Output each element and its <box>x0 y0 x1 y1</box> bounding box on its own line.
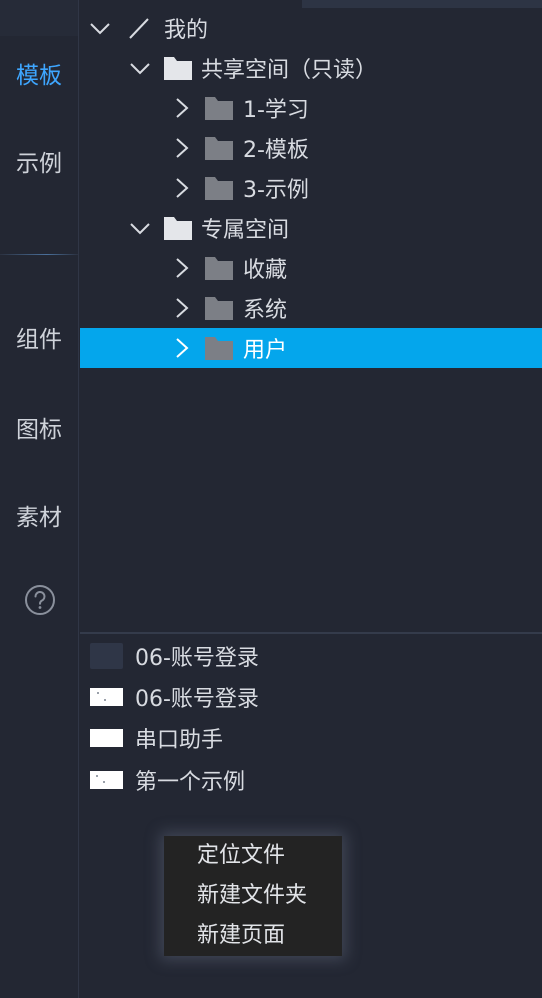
file-item[interactable]: 06-账号登录 <box>80 677 542 717</box>
folder-open-icon <box>164 217 192 240</box>
rail-item-materials[interactable]: 素材 <box>0 503 78 533</box>
tree-node-root[interactable]: 我的 <box>80 8 542 48</box>
tree-node-label: 用户 <box>243 338 288 363</box>
file-name: 06-账号登录 <box>135 646 259 671</box>
folder-tree: 我的 共享空间（只读） 1-学习 2-模板 3-示例 专属空间 收藏 系统 用户 <box>80 8 542 632</box>
file-thumbnail <box>90 729 123 747</box>
chevron-right-icon[interactable] <box>171 97 193 119</box>
chevron-down-icon[interactable] <box>89 17 111 39</box>
chevron-right-icon[interactable] <box>171 337 193 359</box>
folder-icon <box>205 257 233 280</box>
rail-top-strip <box>0 0 78 36</box>
tree-node-label: 1-学习 <box>243 98 309 123</box>
tree-node-label: 共享空间（只读） <box>201 58 378 83</box>
chevron-down-icon[interactable] <box>129 217 151 239</box>
tree-node-label: 系统 <box>243 298 288 323</box>
tree-node-label: 收藏 <box>243 258 288 283</box>
file-thumbnail <box>90 643 123 669</box>
tree-node-favorites[interactable]: 收藏 <box>80 248 542 288</box>
chevron-right-icon[interactable] <box>171 177 193 199</box>
file-item[interactable]: 第一个示例 <box>80 760 542 800</box>
chevron-right-icon[interactable] <box>171 137 193 159</box>
menu-item-locate-file[interactable]: 定位文件 <box>164 836 342 876</box>
tree-node-exclusive-space[interactable]: 专属空间 <box>80 208 542 248</box>
folder-icon <box>205 337 233 360</box>
rail-item-examples[interactable]: 示例 <box>0 149 78 179</box>
rail-item-icons[interactable]: 图标 <box>0 415 78 445</box>
tree-node-examples[interactable]: 3-示例 <box>80 168 542 208</box>
tree-node-label: 2-模板 <box>243 138 309 163</box>
folder-icon <box>205 297 233 320</box>
rail-item-templates[interactable]: 模板 <box>0 61 78 91</box>
tree-node-user[interactable]: 用户 <box>80 328 542 368</box>
panel-divider <box>80 632 542 634</box>
tree-node-shared-space[interactable]: 共享空间（只读） <box>80 48 542 88</box>
folder-icon <box>205 137 233 160</box>
rail-divider <box>0 254 78 255</box>
root-slash-icon <box>129 18 149 39</box>
tree-node-templates[interactable]: 2-模板 <box>80 128 542 168</box>
file-item[interactable]: 串口助手 <box>80 718 542 758</box>
chevron-right-icon[interactable] <box>171 297 193 319</box>
file-name: 06-账号登录 <box>135 687 259 712</box>
tree-node-study[interactable]: 1-学习 <box>80 88 542 128</box>
file-name: 第一个示例 <box>135 770 246 795</box>
chevron-right-icon[interactable] <box>171 257 193 279</box>
context-menu: 定位文件 新建文件夹 新建页面 <box>164 836 342 956</box>
file-thumbnail <box>90 688 123 706</box>
file-thumbnail <box>90 771 123 789</box>
tree-node-label: 我的 <box>164 18 209 43</box>
tree-node-system[interactable]: 系统 <box>80 288 542 328</box>
rail-item-components[interactable]: 组件 <box>0 325 78 355</box>
menu-item-new-page[interactable]: 新建页面 <box>164 916 342 956</box>
folder-icon <box>205 97 233 120</box>
left-rail: 模板 示例 组件 图标 素材 <box>0 0 79 998</box>
folder-open-icon <box>164 57 192 80</box>
file-name: 串口助手 <box>135 728 224 753</box>
question-circle-icon[interactable] <box>24 584 56 616</box>
tree-node-label: 3-示例 <box>243 178 309 203</box>
chevron-down-icon[interactable] <box>129 57 151 79</box>
app-root: 模板 示例 组件 图标 素材 我的 共享空间（只读） 1-学习 2-模板 3-示… <box>0 0 542 998</box>
tree-node-label: 专属空间 <box>201 218 290 243</box>
menu-item-new-folder[interactable]: 新建文件夹 <box>164 876 342 916</box>
folder-icon <box>205 177 233 200</box>
file-item[interactable]: 06-账号登录 <box>80 636 542 676</box>
top-strip <box>302 0 542 8</box>
